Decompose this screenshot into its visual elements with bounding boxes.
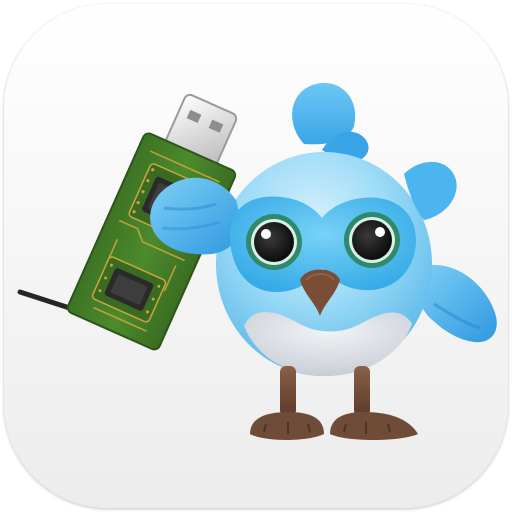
app-icon[interactable] xyxy=(4,4,508,508)
canvas xyxy=(0,0,512,512)
app-icon-artwork xyxy=(4,4,508,508)
right-eye xyxy=(344,212,400,268)
left-eye xyxy=(246,214,302,270)
